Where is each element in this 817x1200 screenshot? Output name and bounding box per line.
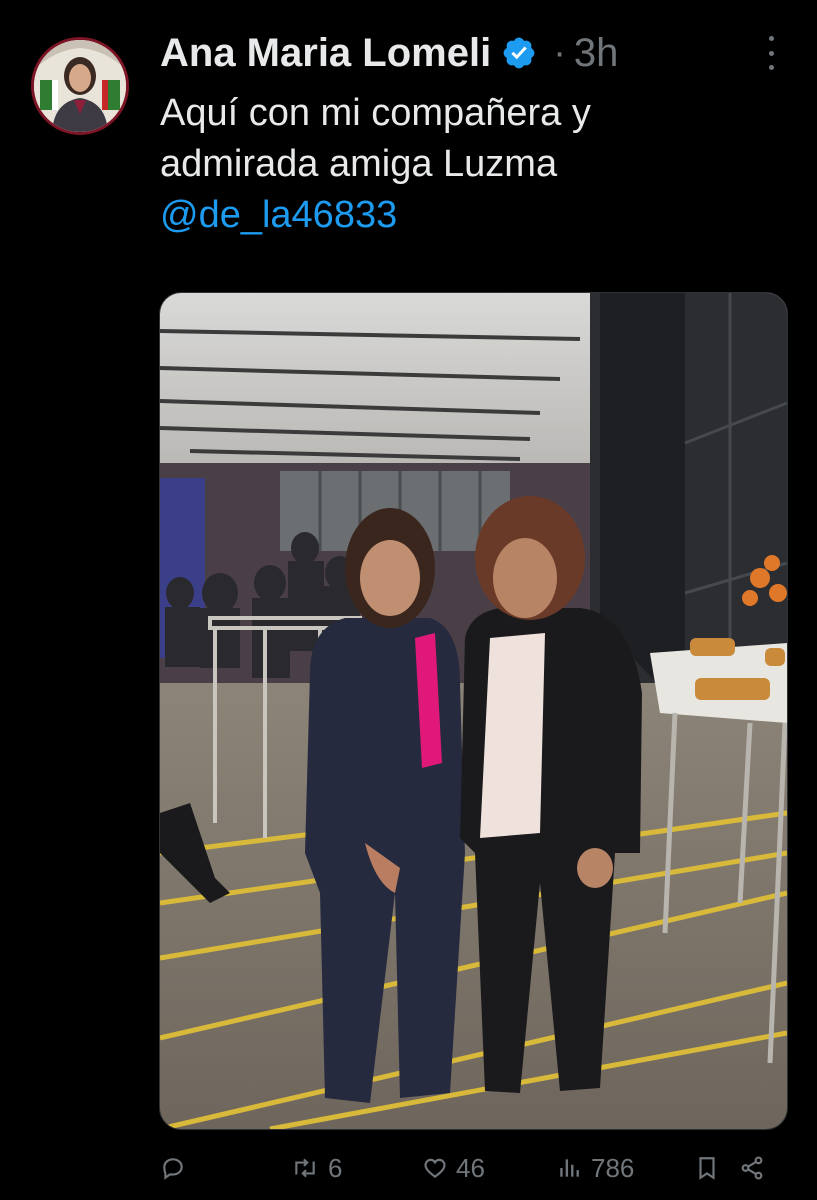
repost-icon — [290, 1155, 320, 1181]
tweet-action-bar: 6 46 786 — [160, 1140, 780, 1196]
bookmark-button[interactable] — [695, 1155, 739, 1181]
like-button[interactable]: 46 — [422, 1153, 557, 1184]
tweet-timestamp[interactable]: 3h — [574, 31, 619, 76]
share-button[interactable] — [739, 1155, 769, 1181]
tweet-text-line: Aquí con mi compañera y — [160, 92, 591, 134]
tweet-header: Ana Maria Lomeli · 3h — [160, 28, 777, 78]
views-count: 786 — [591, 1152, 635, 1183]
tweet-text-line: admirada amiga Luzma — [160, 143, 558, 185]
author-avatar[interactable] — [31, 37, 129, 135]
bookmark-icon — [695, 1155, 719, 1181]
repost-count: 6 — [328, 1152, 343, 1183]
views-icon — [557, 1155, 583, 1181]
verified-badge-icon — [501, 35, 537, 71]
repost-button[interactable]: 6 — [290, 1153, 422, 1184]
more-options-icon[interactable] — [763, 36, 779, 70]
like-count: 46 — [456, 1152, 485, 1183]
tweet-photo[interactable] — [159, 292, 788, 1130]
separator-dot: · — [553, 31, 566, 74]
tweet-text: Aquí con mi compañera y admirada amiga L… — [160, 88, 780, 241]
reply-icon — [160, 1155, 186, 1181]
heart-icon — [422, 1155, 448, 1181]
views-button[interactable]: 786 — [557, 1153, 695, 1184]
author-name[interactable]: Ana Maria Lomeli — [160, 31, 491, 76]
mention-link[interactable]: @de_la46833 — [160, 190, 780, 241]
reply-button[interactable] — [160, 1155, 290, 1181]
share-icon — [739, 1155, 765, 1181]
